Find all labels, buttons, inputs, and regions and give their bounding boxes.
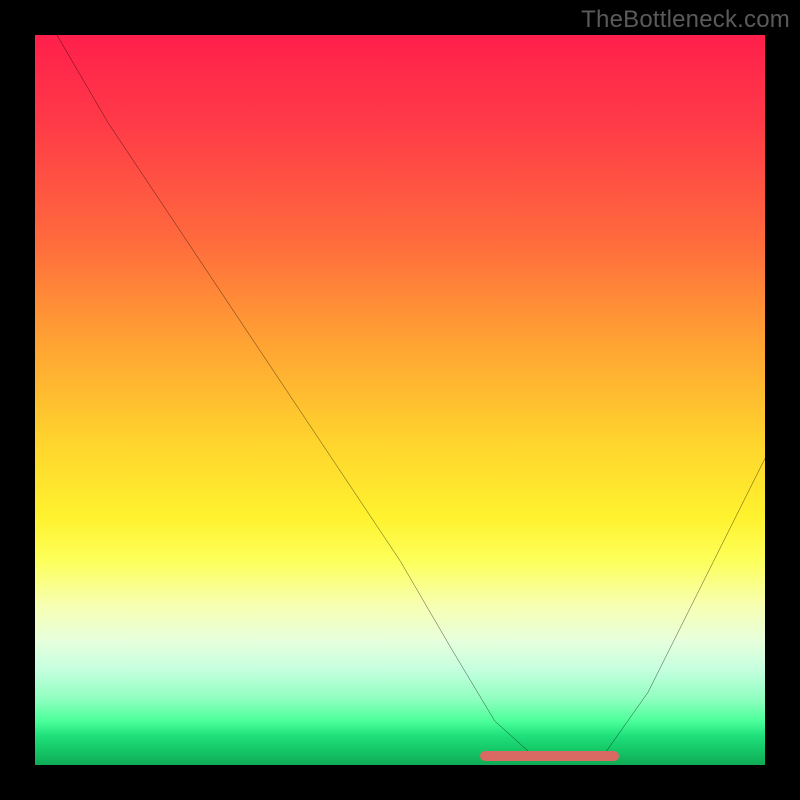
chart-root: TheBottleneck.com (0, 0, 800, 800)
bottleneck-curve (35, 35, 765, 765)
optimal-range-marker (480, 751, 619, 761)
plot-area (35, 35, 765, 765)
watermark-text: TheBottleneck.com (581, 6, 790, 34)
